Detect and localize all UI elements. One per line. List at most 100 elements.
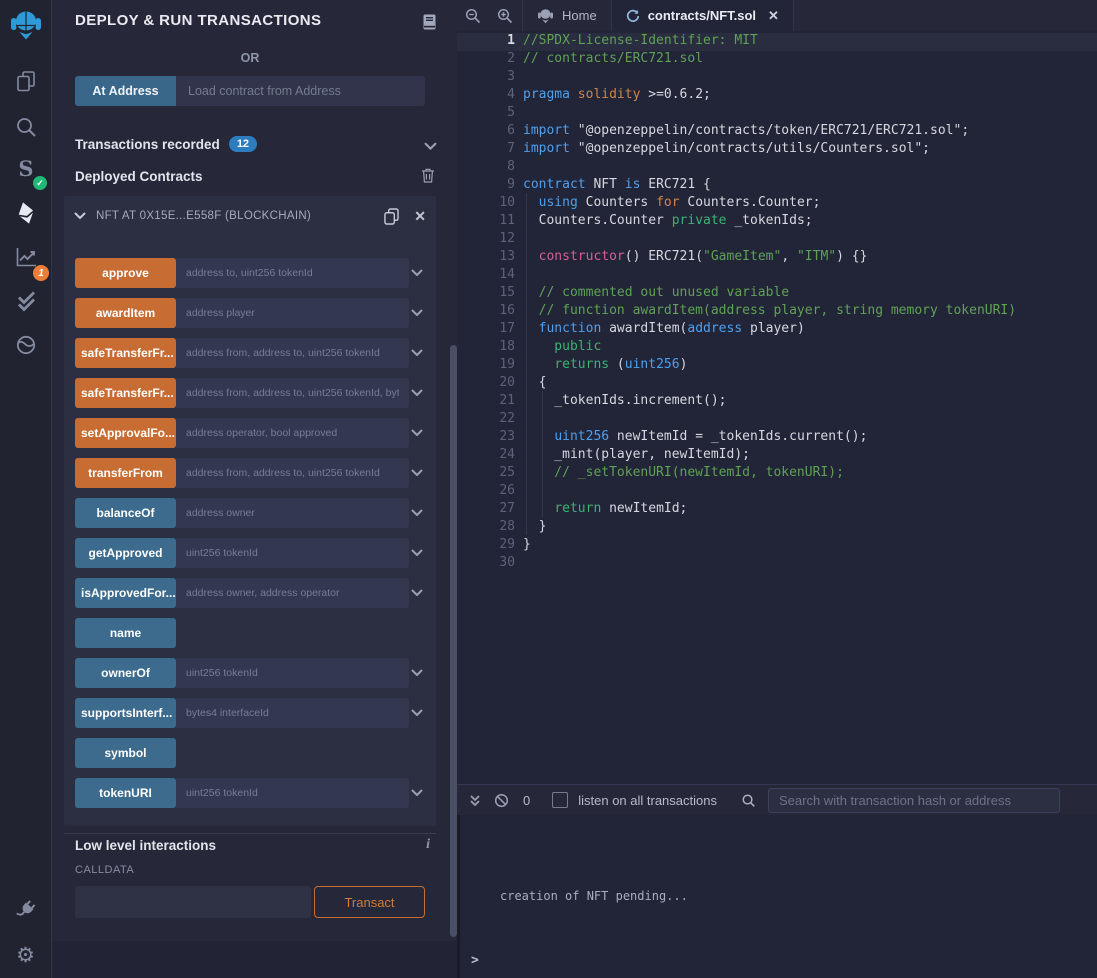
settings-gear-icon[interactable]: ⚙	[0, 938, 51, 972]
code-line[interactable]: 19 returns (uint256)	[457, 357, 1097, 375]
code-text[interactable]	[515, 411, 523, 429]
function-args-input-getApproved[interactable]	[176, 538, 409, 568]
function-button-safeTransferFr[interactable]: safeTransferFr...	[75, 378, 176, 408]
code-line[interactable]: 26	[457, 483, 1097, 501]
code-text[interactable]: _tokenIds.increment();	[515, 393, 727, 411]
code-line[interactable]: 29}	[457, 537, 1097, 555]
code-text[interactable]: // _setTokenURI(newItemId, tokenURI);	[515, 465, 844, 483]
transact-button[interactable]: Transact	[314, 886, 425, 918]
terminal-search-input[interactable]	[768, 788, 1060, 813]
function-button-symbol[interactable]: symbol	[75, 738, 176, 768]
code-line[interactable]: 12	[457, 231, 1097, 249]
chevron-down-icon[interactable]	[409, 418, 425, 448]
code-line[interactable]: 7import "@openzeppelin/contracts/utils/C…	[457, 141, 1097, 159]
chevron-down-icon[interactable]	[409, 698, 425, 728]
code-line[interactable]: 2// contracts/ERC721.sol	[457, 51, 1097, 69]
line-number[interactable]: 26	[457, 483, 515, 501]
code-text[interactable]: returns (uint256)	[515, 357, 687, 375]
function-args-input-transferFrom[interactable]	[176, 458, 409, 488]
zoom-in-icon[interactable]	[489, 0, 521, 31]
line-number[interactable]: 3	[457, 69, 515, 87]
chevron-down-icon[interactable]	[424, 138, 437, 156]
function-args-input-safeTransferFr[interactable]	[176, 338, 409, 368]
line-number[interactable]: 2	[457, 51, 515, 69]
function-button-tokenURI[interactable]: tokenURI	[75, 778, 176, 808]
code-line[interactable]: 25 // _setTokenURI(newItemId, tokenURI);	[457, 465, 1097, 483]
line-number[interactable]: 20	[457, 375, 515, 393]
code-line[interactable]: 18 public	[457, 339, 1097, 357]
line-number[interactable]: 7	[457, 141, 515, 159]
chevron-down-icon[interactable]	[409, 658, 425, 688]
code-line[interactable]: 24 _mint(player, newItemId);	[457, 447, 1097, 465]
info-icon[interactable]: i	[426, 837, 430, 853]
code-line[interactable]: 6import "@openzeppelin/contracts/token/E…	[457, 123, 1097, 141]
chevron-down-icon[interactable]	[409, 258, 425, 288]
line-number[interactable]: 1	[457, 33, 515, 51]
code-text[interactable]	[515, 69, 523, 87]
line-number[interactable]: 9	[457, 177, 515, 195]
code-text[interactable]: return newItemId;	[515, 501, 687, 519]
static-analysis-icon[interactable]: 1	[0, 240, 51, 274]
documentation-icon[interactable]	[423, 14, 436, 35]
line-number[interactable]: 8	[457, 159, 515, 177]
code-text[interactable]: Counters.Counter private _tokenIds;	[515, 213, 813, 231]
code-text[interactable]: // contracts/ERC721.sol	[515, 51, 703, 69]
function-button-getApproved[interactable]: getApproved	[75, 538, 176, 568]
line-number[interactable]: 10	[457, 195, 515, 213]
code-line[interactable]: 9contract NFT is ERC721 {	[457, 177, 1097, 195]
code-line[interactable]: 30	[457, 555, 1097, 573]
chevron-down-icon[interactable]	[409, 458, 425, 488]
at-address-input[interactable]	[176, 76, 425, 106]
solidity-compiler-icon[interactable]: S ✓	[0, 152, 51, 186]
line-number[interactable]: 28	[457, 519, 515, 537]
function-args-input-approve[interactable]	[176, 258, 409, 288]
function-args-input-supportsInterf[interactable]	[176, 698, 409, 728]
zoom-out-icon[interactable]	[457, 0, 489, 31]
line-number[interactable]: 24	[457, 447, 515, 465]
plugin-manager-icon[interactable]	[0, 893, 51, 927]
chevron-down-icon[interactable]	[409, 338, 425, 368]
code-text[interactable]: import "@openzeppelin/contracts/token/ER…	[515, 123, 969, 141]
code-text[interactable]	[515, 483, 523, 501]
code-line[interactable]: 27 return newItemId;	[457, 501, 1097, 519]
code-text[interactable]: }	[515, 537, 531, 555]
code-text[interactable]	[515, 105, 523, 123]
chevron-down-icon[interactable]	[409, 378, 425, 408]
function-button-approve[interactable]: approve	[75, 258, 176, 288]
code-line[interactable]: 16 // function awardItem(address player,…	[457, 303, 1097, 321]
code-text[interactable]: constructor() ERC721("GameItem", "ITM") …	[515, 249, 867, 267]
tab-contracts-nft-sol[interactable]: contracts/NFT.sol ✕	[612, 0, 794, 31]
line-number[interactable]: 27	[457, 501, 515, 519]
code-text[interactable]: public	[515, 339, 601, 357]
search-icon[interactable]	[0, 110, 51, 144]
line-number[interactable]: 17	[457, 321, 515, 339]
line-number[interactable]: 12	[457, 231, 515, 249]
line-number[interactable]: 6	[457, 123, 515, 141]
panel-scrollbar-thumb[interactable]	[450, 345, 457, 937]
line-number[interactable]: 4	[457, 87, 515, 105]
function-button-ownerOf[interactable]: ownerOf	[75, 658, 176, 688]
line-number[interactable]: 18	[457, 339, 515, 357]
tab-home[interactable]: Home	[522, 0, 612, 31]
code-text[interactable]: using Counters for Counters.Counter;	[515, 195, 820, 213]
line-number[interactable]: 13	[457, 249, 515, 267]
code-line[interactable]: 1//SPDX-License-Identifier: MIT	[457, 33, 1097, 51]
chevron-down-icon[interactable]	[409, 298, 425, 328]
clear-console-icon[interactable]	[494, 793, 509, 808]
line-number[interactable]: 29	[457, 537, 515, 555]
function-button-awardItem[interactable]: awardItem	[75, 298, 176, 328]
code-text[interactable]: import "@openzeppelin/contracts/utils/Co…	[515, 141, 930, 159]
line-number[interactable]: 15	[457, 285, 515, 303]
code-line[interactable]: 14	[457, 267, 1097, 285]
chevron-down-icon[interactable]	[409, 578, 425, 608]
chevron-down-icon[interactable]	[409, 778, 425, 808]
line-number[interactable]: 22	[457, 411, 515, 429]
code-line[interactable]: 11 Counters.Counter private _tokenIds;	[457, 213, 1097, 231]
line-number[interactable]: 21	[457, 393, 515, 411]
code-line[interactable]: 10 using Counters for Counters.Counter;	[457, 195, 1097, 213]
code-line[interactable]: 5	[457, 105, 1097, 123]
copy-icon[interactable]	[384, 208, 399, 225]
code-line[interactable]: 23 uint256 newItemId = _tokenIds.current…	[457, 429, 1097, 447]
code-line[interactable]: 8	[457, 159, 1097, 177]
code-text[interactable]: uint256 newItemId = _tokenIds.current();	[515, 429, 867, 447]
